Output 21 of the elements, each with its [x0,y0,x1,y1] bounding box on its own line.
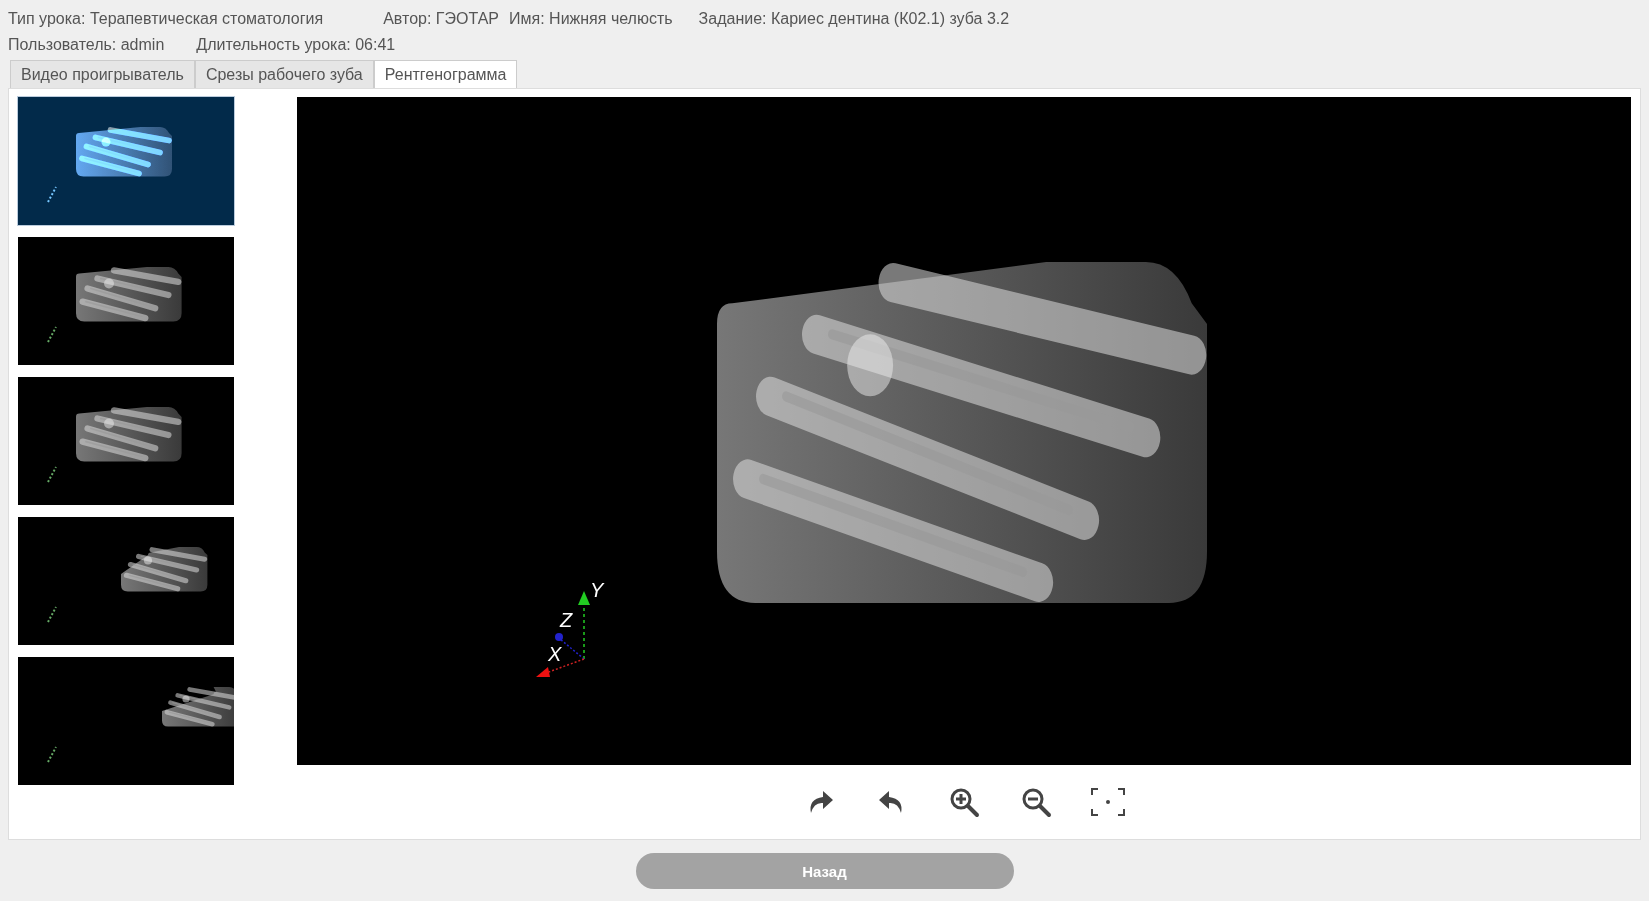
header-info: Тип урока: Терапевтическая стоматология [8,10,324,28]
xray-thumbnail[interactable] [18,377,234,505]
zoom-in-icon [948,786,980,819]
axis-label: X [548,643,562,665]
axis-label: Y [590,581,604,601]
header-info: Задание: Кариес дентина (К02.1) зуба 3.2 [698,10,1010,28]
tab[interactable]: Рентгенограмма [373,60,518,88]
xray-thumbnail[interactable] [18,657,234,785]
axis-label: Z [560,609,573,631]
tab[interactable]: Срезы рабочего зуба [194,60,374,88]
header-info: Пользователь: admin [8,36,165,54]
xray-thumbnail[interactable] [18,97,234,225]
header-info: Имя: Нижняя челюсть [509,10,673,28]
fit-view-icon [1090,787,1126,818]
xray-viewport[interactable]: Y Z X [297,97,1631,766]
xray-thumbnail[interactable] [18,237,234,365]
header-info: Длительность урока: 06:41 [196,36,396,54]
xray-thumbnail[interactable] [18,517,234,645]
zoom-out-icon [1020,786,1052,819]
tab[interactable]: Видео проигрыватель [10,60,195,88]
header-info: Автор: ГЭОТАР [383,10,499,28]
